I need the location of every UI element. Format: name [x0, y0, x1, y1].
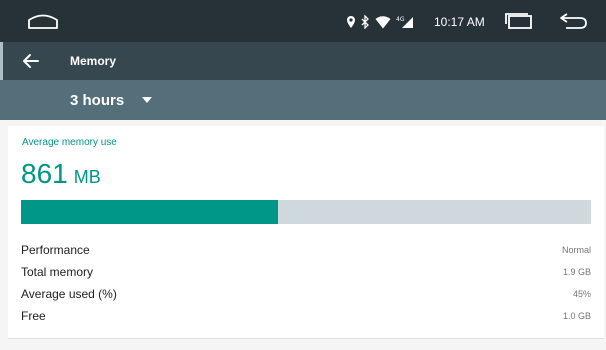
period-label: 3 hours — [70, 91, 125, 109]
wifi-icon — [375, 15, 391, 28]
stat-row-total-memory: Total memory 1.9 GB — [21, 262, 591, 284]
stat-value: 45% — [572, 289, 591, 299]
stat-value: 1.0 GB — [562, 311, 591, 321]
stat-value: 1.9 GB — [562, 267, 591, 277]
stat-row-average-used: Average used (%) 45% — [21, 284, 591, 306]
screen: 4G 10:17 AM Memory 3 hours Average memor… — [0, 0, 606, 350]
status-bar: 4G 10:17 AM — [0, 0, 606, 42]
stat-row-free: Free 1.0 GB — [21, 306, 591, 328]
stat-label: Total memory — [21, 265, 94, 279]
home-icon[interactable] — [26, 12, 60, 30]
memory-usage-fill — [21, 200, 278, 224]
dropdown-arrow-icon — [142, 97, 153, 103]
filter-bar: 3 hours — [0, 80, 606, 120]
stat-label: Average used (%) — [21, 287, 117, 301]
average-memory-value: 861 MB — [21, 157, 101, 191]
stat-value: Normal — [561, 245, 591, 255]
period-dropdown[interactable]: 3 hours — [58, 86, 164, 114]
location-icon — [347, 16, 355, 28]
status-time: 10:17 AM — [434, 15, 485, 29]
bluetooth-icon — [361, 15, 369, 29]
recents-icon[interactable] — [504, 13, 534, 29]
page-title: Memory — [70, 54, 117, 68]
divider — [8, 338, 604, 339]
average-memory-number: 861 — [21, 158, 68, 189]
signal-icon: 4G — [396, 16, 413, 28]
svg-text:4G: 4G — [396, 16, 405, 23]
back-icon[interactable] — [558, 12, 588, 30]
stat-label: Free — [21, 309, 46, 323]
arrow-back-icon[interactable] — [22, 52, 40, 70]
stat-row-performance: Performance Normal — [21, 240, 591, 262]
memory-stats: Performance Normal Total memory 1.9 GB A… — [21, 240, 591, 328]
average-memory-unit: MB — [73, 167, 101, 187]
status-icons: 4G — [346, 14, 414, 30]
window-edge — [0, 42, 3, 80]
average-memory-label: Average memory use — [22, 137, 117, 148]
memory-usage-bar — [21, 200, 591, 224]
app-bar: Memory — [0, 42, 606, 80]
memory-card: Average memory use 861 MB Performance No… — [8, 126, 604, 338]
stat-label: Performance — [21, 243, 90, 257]
